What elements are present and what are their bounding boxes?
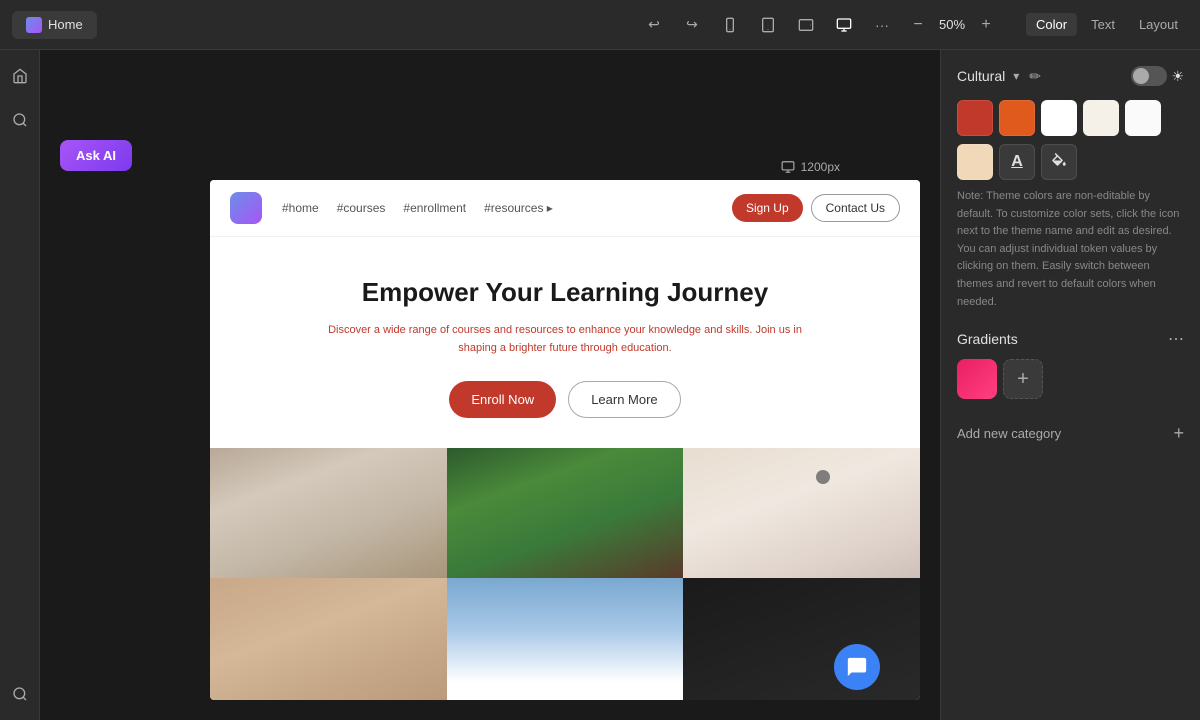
panel-tab-group: Color Text Layout [1026,13,1188,36]
hero-buttons: Enroll Now Learn More [230,381,900,418]
color-swatch-orange[interactable] [999,100,1035,136]
mobile-view-button[interactable] [716,11,744,39]
hero-section: Empower Your Learning Journey Discover a… [210,237,920,448]
tab-label: Home [48,17,83,32]
color-swatch-skin[interactable] [957,144,993,180]
redo-button[interactable]: ↪ [678,11,706,39]
hero-subtitle: Discover a wide range of courses and res… [315,322,815,357]
color-swatch-offwhite[interactable] [1125,100,1161,136]
site-logo-icon [230,192,262,224]
size-label: 1200px [801,160,840,174]
theme-edit-icon[interactable]: ✏ [1029,68,1041,85]
zoom-in-button[interactable]: + [974,13,998,37]
zoom-value: 50% [934,17,970,32]
learn-more-button[interactable]: Learn More [568,381,680,418]
nav-actions: Sign Up Contact Us [732,194,900,222]
top-bar: Home ↩ ↪ ··· − 50% + Color Text Layout [0,0,1200,50]
theme-toggle: ☀ [1131,66,1184,86]
image-dark [683,578,920,700]
enroll-button[interactable]: Enroll Now [449,381,556,418]
tab-color[interactable]: Color [1026,13,1077,36]
theme-chevron-icon[interactable]: ▾ [1013,69,1019,83]
site-nav: #home #courses #enrollment #resources ▸ … [210,180,920,237]
desktop-view-button[interactable] [830,11,858,39]
sidebar-home-icon[interactable] [6,62,34,90]
color-swatch-cream[interactable] [1083,100,1119,136]
website-preview: #home #courses #enrollment #resources ▸ … [210,180,920,700]
image-aerial [210,448,447,578]
color-swatches-row1 [957,100,1184,136]
theme-toggle-thumb [1133,68,1149,84]
color-swatches-row2: A [957,144,1184,180]
size-indicator: 1200px [781,160,840,174]
gradients-title: Gradients [957,331,1018,347]
image-plant [447,448,684,578]
sidebar-search-bottom-icon[interactable] [6,680,34,708]
nav-links: #home #courses #enrollment #resources ▸ [282,201,732,215]
theme-toggle-track[interactable] [1131,66,1167,86]
panel-note: Note: Theme colors are non-editable by d… [957,188,1184,311]
theme-name: Cultural [957,68,1005,84]
fill-icon[interactable] [1041,144,1077,180]
tab-text[interactable]: Text [1081,13,1125,36]
gradient-row: + [957,359,1184,399]
image-sky [447,578,684,700]
tablet-landscape-button[interactable] [792,11,820,39]
sidebar-search-icon[interactable] [6,106,34,134]
right-panel: Cultural ▾ ✏ ☀ [940,50,1200,720]
gradient-swatch-1[interactable] [957,359,997,399]
sun-icon: ☀ [1171,68,1184,85]
theme-row: Cultural ▾ ✏ ☀ [957,66,1184,86]
tab-logo-icon [26,17,42,33]
hero-title: Empower Your Learning Journey [230,277,900,308]
image-fabric [683,448,920,578]
tablet-view-button[interactable] [754,11,782,39]
contact-button[interactable]: Contact Us [811,194,900,222]
nav-link-enrollment[interactable]: #enrollment [403,201,466,215]
nav-link-home[interactable]: #home [282,201,319,215]
color-swatch-dark-orange[interactable] [957,100,993,136]
undo-button[interactable]: ↩ [640,11,668,39]
image-grid-top [210,448,920,578]
more-options-button[interactable]: ··· [868,11,896,39]
chat-bubble-button[interactable] [834,644,880,690]
add-category-plus-icon: + [1173,423,1184,444]
top-controls: ↩ ↪ ··· − 50% + [640,11,998,39]
zoom-control: − 50% + [906,13,998,37]
ask-ai-button[interactable]: Ask AI [60,140,132,171]
zoom-out-button[interactable]: − [906,13,930,37]
gradients-header: Gradients ⋯ [957,329,1184,349]
image-grid-bottom [210,578,920,700]
signup-button[interactable]: Sign Up [732,194,803,222]
image-people [210,578,447,700]
add-category-row[interactable]: Add new category + [957,415,1184,452]
nav-link-resources[interactable]: #resources ▸ [484,201,553,215]
gradients-more-icon[interactable]: ⋯ [1168,329,1184,349]
nav-link-courses[interactable]: #courses [337,201,386,215]
color-swatch-white[interactable] [1041,100,1077,136]
main-layout: Ask AI 1200px #home #courses #enrollment… [0,50,1200,720]
left-sidebar [0,50,40,720]
add-category-label: Add new category [957,426,1061,441]
panel-scroll-content: Cultural ▾ ✏ ☀ [941,50,1200,720]
tab-layout[interactable]: Layout [1129,13,1188,36]
home-tab[interactable]: Home [12,11,97,39]
text-color-icon[interactable]: A [999,144,1035,180]
canvas-area: Ask AI 1200px #home #courses #enrollment… [40,50,940,720]
gradient-add-button[interactable]: + [1003,359,1043,399]
